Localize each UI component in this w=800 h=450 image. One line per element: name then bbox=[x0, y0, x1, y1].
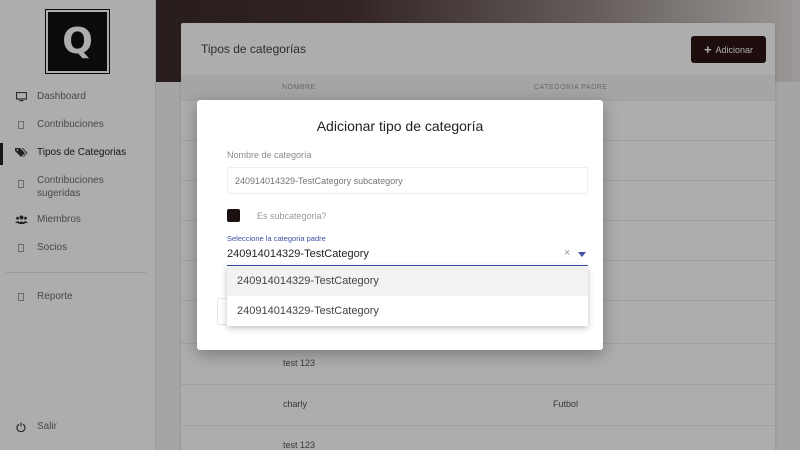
dropdown-option[interactable]: 240914014329-TestCategory bbox=[227, 266, 588, 296]
is-subcategory-label: Es subcategoria? bbox=[257, 211, 327, 221]
parent-category-label: Seleccione la categoria padre bbox=[227, 234, 326, 243]
category-name-label: Nombre de categoría bbox=[227, 150, 312, 160]
parent-category-select[interactable]: 240914014329-TestCategory × bbox=[227, 245, 588, 266]
dialog-title: Adicionar tipo de categoría bbox=[316, 118, 484, 134]
category-name-input[interactable] bbox=[227, 167, 588, 194]
chevron-down-icon[interactable] bbox=[578, 252, 586, 257]
dropdown-option[interactable]: 240914014329-TestCategory bbox=[227, 296, 588, 326]
selected-parent-value: 240914014329-TestCategory bbox=[227, 248, 369, 260]
clear-icon[interactable]: × bbox=[564, 247, 570, 259]
parent-category-dropdown: 240914014329-TestCategory 240914014329-T… bbox=[227, 266, 588, 326]
is-subcategory-checkbox[interactable] bbox=[227, 209, 240, 222]
